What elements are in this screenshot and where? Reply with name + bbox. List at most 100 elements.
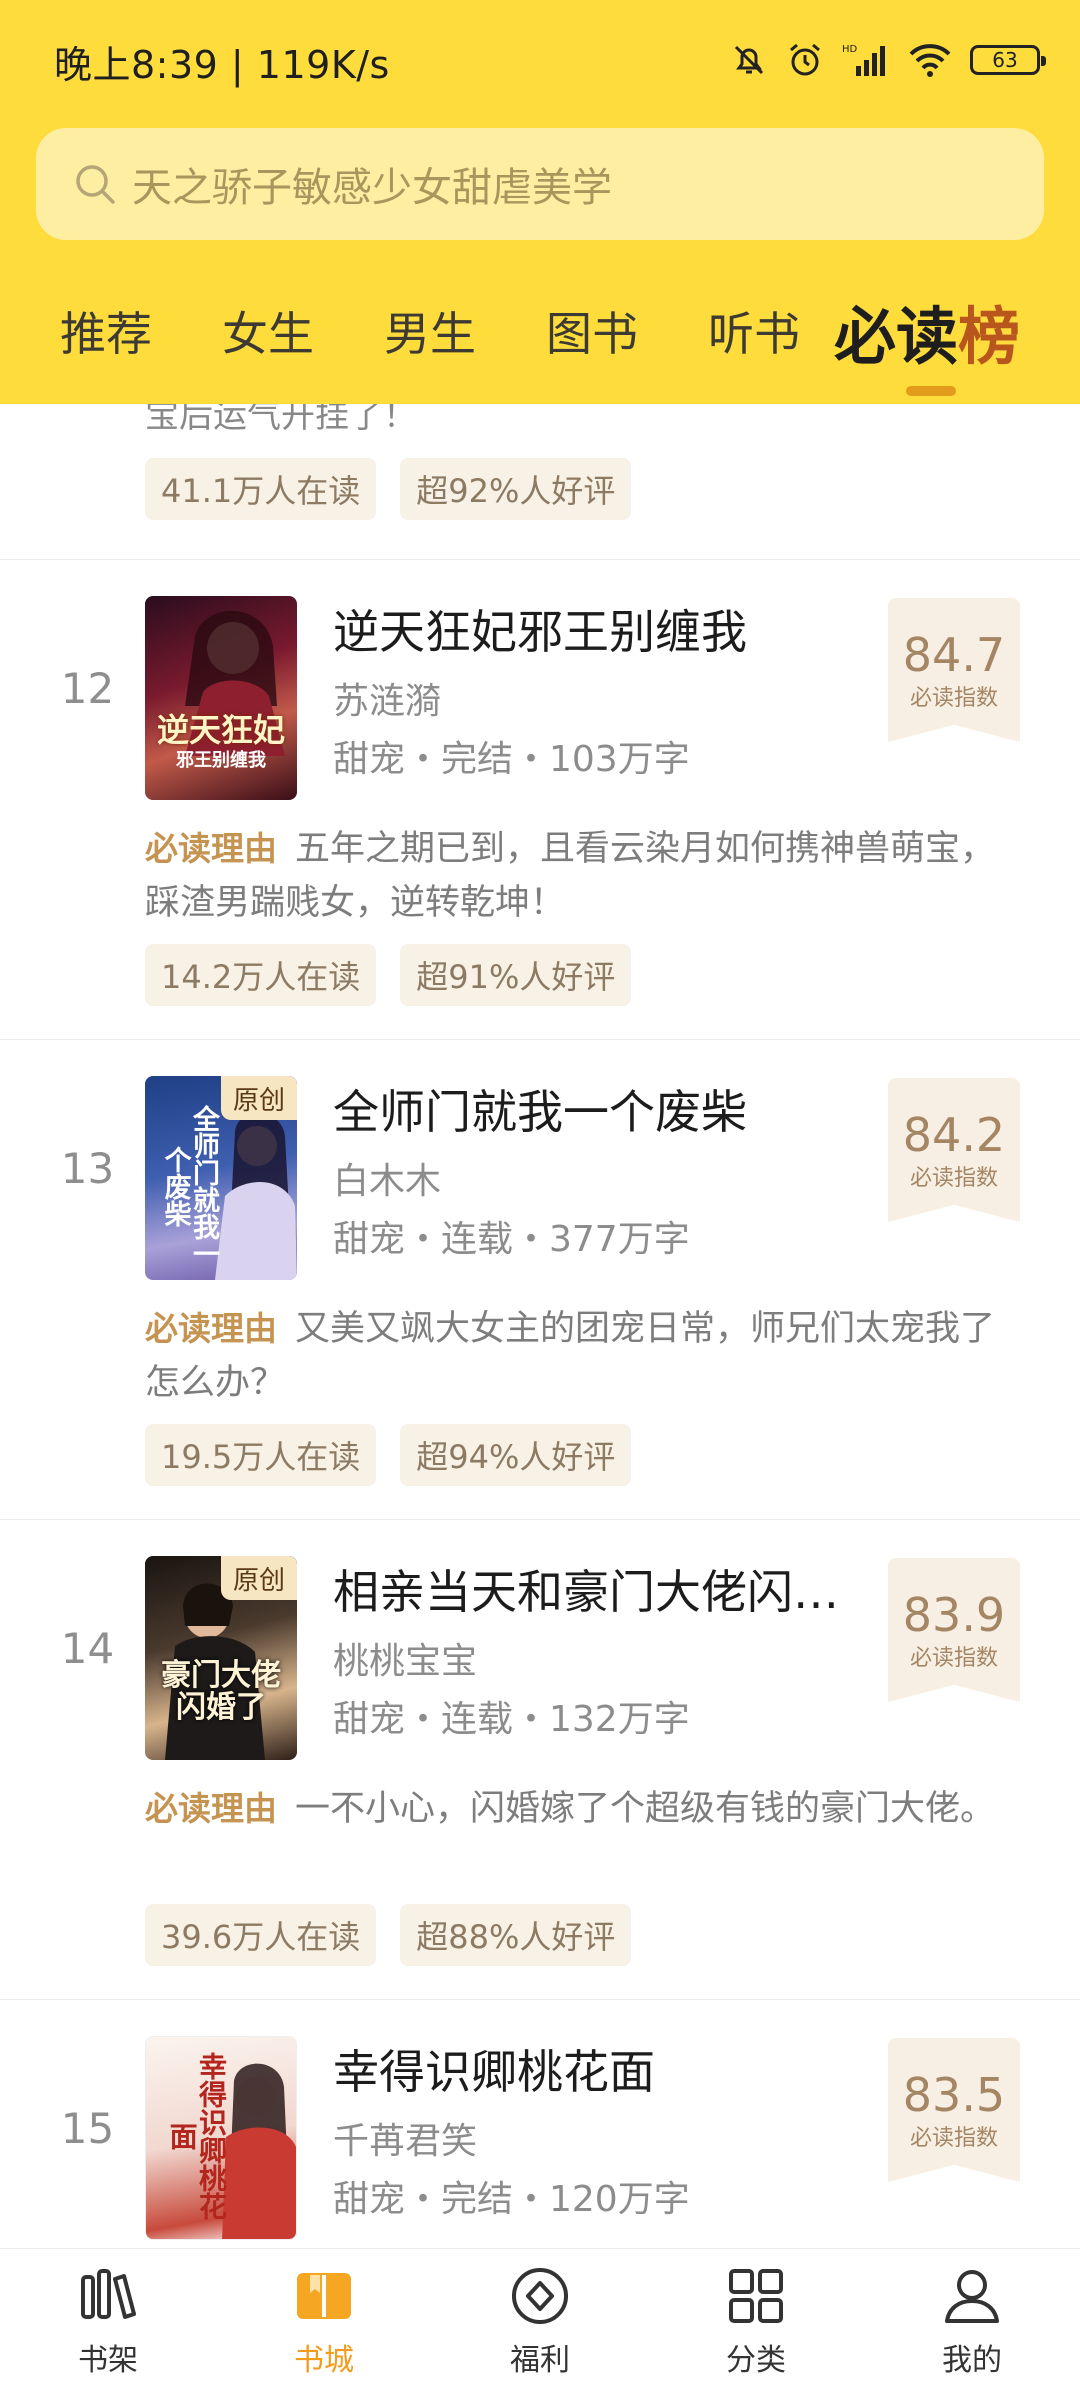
book-author[interactable]: 千苒君笑 [333,2112,477,2164]
readers-tag: 39.6万人在读 [145,1904,377,1966]
bottom-navigation: 书架 书城 福利 分类 我的 [0,2248,1080,2400]
original-badge: 原创 [221,1556,297,1600]
score-value: 84.7 [902,628,1006,682]
book-meta: 甜宠・连载・377万字 [333,1219,690,1260]
book-cover[interactable]: 幸得识卿桃花面 [145,2036,297,2240]
book-cover[interactable]: 逆天狂妃 邪王别缠我 [145,596,297,800]
tab-must-read-label: 必读 [834,300,959,373]
book-meta: 甜宠・完结・120万字 [333,2179,690,2220]
category-icon [729,2269,783,2323]
readers-tag: 14.2万人在读 [145,944,377,1006]
bookstore-icon [297,2273,351,2319]
category-tabs: 推荐 女生 男生 图书 听书 必读榜 [0,290,1080,373]
tab-recommend[interactable]: 推荐 [60,298,152,364]
battery-icon: 63 [970,45,1046,75]
cover-title: 逆天狂妃 [156,711,285,749]
mute-bell-icon [734,45,764,75]
status-time: 晚上8:39 | 119K/s [54,43,390,87]
score-label: 必读指数 [909,1646,998,1671]
rating-tag: 超94%人好评 [400,1424,632,1486]
readers-tag: 19.5万人在读 [145,1424,377,1486]
list-item-partial[interactable]: 宝后运气开挂了！ 41.1万人在读 超92%人好评 [0,404,1080,560]
rating-tag: 超88%人好评 [400,1904,632,1966]
tab-must-read-ranking[interactable]: 必读榜 [834,286,1020,376]
score-value: 83.5 [902,2068,1006,2122]
book-item-15[interactable]: 15 幸得识卿桃花面 幸得识卿桃花面 千苒君笑 甜宠・完结・120万字 83.5… [0,2000,1080,2248]
nav-bookstore[interactable]: 书城 [254,2263,394,2393]
must-read-score: 83.5 必读指数 [888,2038,1020,2182]
nav-bookshelf[interactable]: 书架 [38,2263,178,2393]
search-placeholder: 天之骄子敏感少女甜虐美学 [132,165,612,211]
cover-title: 全师门就我一个废柴 [159,1105,219,1267]
tag-row: 41.1万人在读 超92%人好评 [145,458,632,520]
signal-icon: HD [842,44,885,76]
search-icon [76,165,115,204]
battery-level: 63 [992,48,1018,72]
active-tab-indicator [906,386,956,396]
must-read-reason-badge: 必读理由 [145,1309,277,1348]
alarm-icon [790,43,820,76]
rank-number: 13 [60,1144,115,1193]
cover-subtitle: 邪王别缠我 [176,750,266,771]
tag-row: 39.6万人在读 超88%人好评 [145,1904,632,1966]
book-item-12[interactable]: 12 逆天狂妃 邪王别缠我 逆天狂妃邪王别缠我 苏涟漪 甜宠・完结・103万字 … [0,560,1080,1040]
rank-number: 14 [60,1624,115,1673]
nav-label: 书架 [78,2343,138,2378]
book-reason: 必读理由 一不小心，闪婚嫁了个超级有钱的豪门大佬。 [145,1782,1025,1836]
book-title[interactable]: 幸得识卿桃花面 [333,2036,655,2102]
cover-title: 豪门大佬闪婚了 [161,1658,281,1725]
cover-title: 幸得识卿桃花面 [165,2052,228,2220]
score-label: 必读指数 [909,1166,998,1191]
tab-books[interactable]: 图书 [546,298,638,364]
score-label: 必读指数 [909,2126,998,2151]
tab-female[interactable]: 女生 [222,298,314,364]
app-header: 晚上8:39 | 119K/s HD 63 天之骄子敏感少女甜虐美学 推荐 女生… [0,0,1080,404]
must-read-score: 83.9 必读指数 [888,1558,1020,1702]
search-bar[interactable]: 天之骄子敏感少女甜虐美学 [36,128,1044,240]
nav-label: 分类 [726,2343,786,2378]
book-author[interactable]: 桃桃宝宝 [333,1632,477,1684]
svg-text:HD: HD [842,44,858,55]
readers-tag: 41.1万人在读 [145,458,377,520]
ranking-list[interactable]: 宝后运气开挂了！ 41.1万人在读 超92%人好评 12 逆天狂妃 邪王别缠我 … [0,404,1080,2248]
profile-icon [945,2270,999,2323]
rank-number: 15 [60,2104,115,2153]
book-meta: 甜宠・完结・103万字 [333,739,690,780]
book-cover[interactable]: 豪门大佬闪婚了 原创 [145,1556,297,1760]
book-item-13[interactable]: 13 全师门就我一个废柴 原创 全师门就我一个废柴 白木木 甜宠・连载・377万… [0,1040,1080,1520]
rank-number: 12 [60,664,115,713]
nav-category[interactable]: 分类 [686,2263,826,2393]
book-author[interactable]: 苏涟漪 [333,672,441,724]
tab-male[interactable]: 男生 [384,298,476,364]
book-title[interactable]: 全师门就我一个废柴 [333,1076,747,1142]
status-icons: HD 63 [730,36,1046,84]
bookshelf-icon [81,2269,136,2319]
original-badge: 原创 [221,1076,297,1120]
must-read-score: 84.7 必读指数 [888,598,1020,742]
book-reason: 必读理由 五年之期已到，且看云染月如何携神兽萌宝，踩渣男踹贱女，逆转乾坤！ [145,822,1025,930]
tab-audiobooks[interactable]: 听书 [708,298,800,364]
book-item-14[interactable]: 14 豪门大佬闪婚了 原创 相亲当天和豪门大佬闪… 桃桃宝宝 甜宠・连载・132… [0,1520,1080,2000]
must-read-reason-badge: 必读理由 [145,829,277,868]
tag-row: 19.5万人在读 超94%人好评 [145,1424,632,1486]
score-value: 84.2 [902,1108,1006,1162]
book-author[interactable]: 白木木 [333,1152,441,1204]
status-bar: 晚上8:39 | 119K/s HD 63 [0,0,1080,120]
book-cover[interactable]: 全师门就我一个废柴 原创 [145,1076,297,1280]
book-reason: 必读理由 又美又飒大女主的团宠日常，师兄们太宠我了怎么办？ [145,1302,1025,1410]
book-title[interactable]: 逆天狂妃邪王别缠我 [333,596,747,662]
rating-tag: 超91%人好评 [400,944,632,1006]
rating-tag: 超92%人好评 [400,458,632,520]
book-title[interactable]: 相亲当天和豪门大佬闪… [333,1556,839,1622]
nav-label: 书城 [294,2343,354,2378]
tag-row: 14.2万人在读 超91%人好评 [145,944,632,1006]
tab-ranking-label: 榜 [958,300,1021,373]
must-read-score: 84.2 必读指数 [888,1078,1020,1222]
nav-welfare[interactable]: 福利 [470,2263,610,2393]
book-meta: 甜宠・连载・132万字 [333,1699,690,1740]
nav-profile[interactable]: 我的 [902,2263,1042,2393]
nav-label: 我的 [942,2343,1002,2378]
welfare-icon [512,2268,568,2324]
wifi-icon [909,44,951,77]
score-value: 83.9 [902,1588,1006,1642]
